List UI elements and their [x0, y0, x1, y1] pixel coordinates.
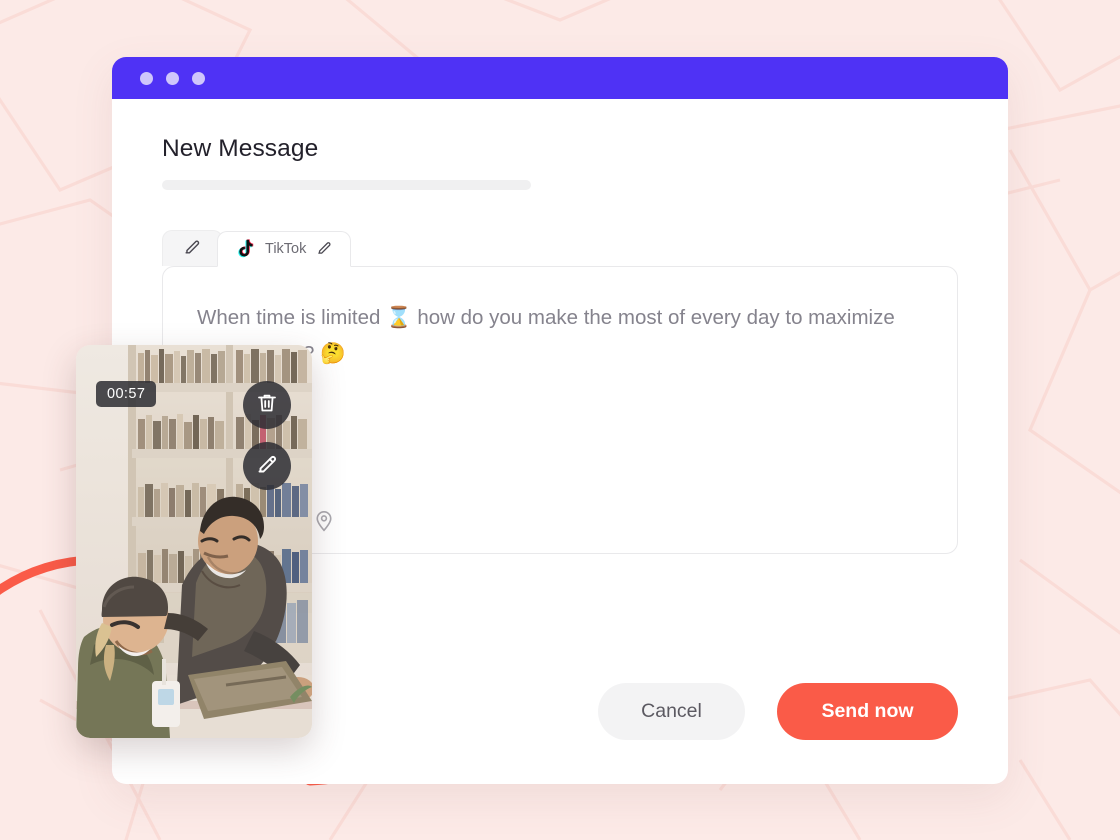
edit-video-button[interactable]	[243, 442, 291, 490]
location-pin-icon[interactable]	[311, 507, 337, 533]
send-now-button[interactable]: Send now	[777, 683, 958, 740]
pencil-icon	[183, 237, 202, 260]
cancel-button[interactable]: Cancel	[598, 683, 745, 740]
pencil-icon[interactable]	[316, 239, 333, 260]
window-minimize-dot[interactable]	[166, 71, 179, 85]
tab-tiktok[interactable]: TikTok	[217, 231, 352, 267]
trash-icon	[255, 391, 279, 420]
window-maximize-dot[interactable]	[192, 71, 205, 85]
delete-video-button[interactable]	[243, 381, 291, 429]
window-close-dot[interactable]	[140, 71, 153, 85]
window-titlebar	[112, 57, 1008, 99]
subtitle-placeholder-bar	[162, 180, 531, 190]
dialog-footer: Cancel Send now	[598, 683, 958, 740]
tab-tiktok-label: TikTok	[265, 241, 307, 257]
pencil-icon	[255, 452, 279, 481]
channel-tabs: TikTok	[162, 230, 958, 267]
screenshot-canvas: New Message TikTok When time is limited …	[0, 0, 1120, 840]
tiktok-icon	[235, 237, 255, 262]
tab-compose[interactable]	[162, 230, 223, 266]
video-attachment-card[interactable]: 00:57	[76, 345, 312, 738]
page-title: New Message	[162, 135, 319, 162]
video-duration-badge: 00:57	[96, 381, 157, 407]
